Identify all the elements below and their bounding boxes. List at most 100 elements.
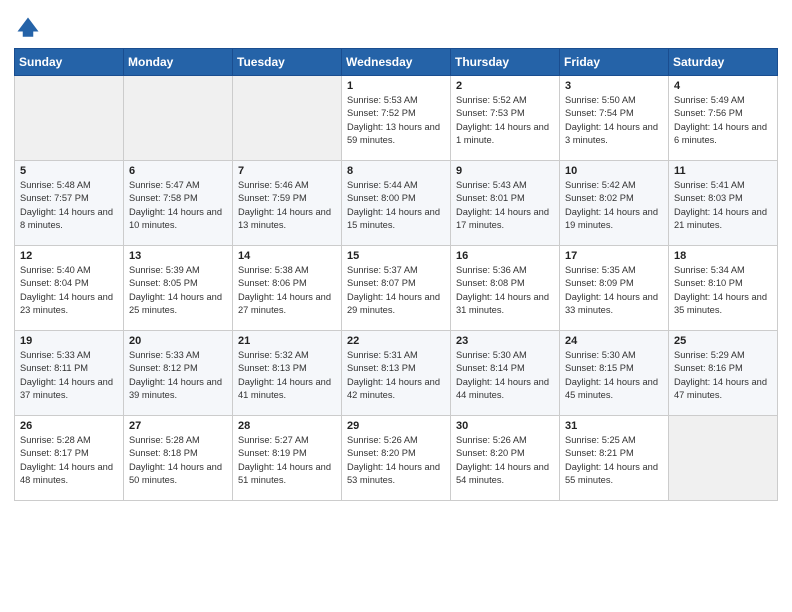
sunset-text: Sunset: 8:19 PM — [238, 448, 307, 458]
sunrise-text: Sunrise: 5:28 AM — [129, 435, 200, 445]
calendar-body: 1 Sunrise: 5:53 AM Sunset: 7:52 PM Dayli… — [15, 76, 778, 501]
day-cell: 13 Sunrise: 5:39 AM Sunset: 8:05 PM Dayl… — [124, 246, 233, 331]
daylight-text: Daylight: 14 hours and 41 minutes. — [238, 377, 331, 400]
sunset-text: Sunset: 8:13 PM — [347, 363, 416, 373]
sunrise-text: Sunrise: 5:50 AM — [565, 95, 636, 105]
sunset-text: Sunset: 8:14 PM — [456, 363, 525, 373]
day-info: Sunrise: 5:50 AM Sunset: 7:54 PM Dayligh… — [565, 94, 663, 148]
daylight-text: Daylight: 14 hours and 53 minutes. — [347, 462, 440, 485]
day-info: Sunrise: 5:25 AM Sunset: 8:21 PM Dayligh… — [565, 434, 663, 488]
day-cell: 27 Sunrise: 5:28 AM Sunset: 8:18 PM Dayl… — [124, 416, 233, 501]
sunrise-text: Sunrise: 5:30 AM — [456, 350, 527, 360]
sunset-text: Sunset: 7:57 PM — [20, 193, 89, 203]
day-cell: 9 Sunrise: 5:43 AM Sunset: 8:01 PM Dayli… — [451, 161, 560, 246]
day-number: 26 — [20, 420, 118, 432]
sunset-text: Sunset: 7:59 PM — [238, 193, 307, 203]
sunset-text: Sunset: 8:20 PM — [347, 448, 416, 458]
header — [14, 10, 778, 42]
day-cell: 23 Sunrise: 5:30 AM Sunset: 8:14 PM Dayl… — [451, 331, 560, 416]
day-number: 23 — [456, 335, 554, 347]
daylight-text: Daylight: 14 hours and 31 minutes. — [456, 292, 549, 315]
day-info: Sunrise: 5:32 AM Sunset: 8:13 PM Dayligh… — [238, 349, 336, 403]
day-info: Sunrise: 5:30 AM Sunset: 8:15 PM Dayligh… — [565, 349, 663, 403]
header-cell-friday: Friday — [560, 49, 669, 76]
day-number: 2 — [456, 80, 554, 92]
day-number: 15 — [347, 250, 445, 262]
day-info: Sunrise: 5:31 AM Sunset: 8:13 PM Dayligh… — [347, 349, 445, 403]
daylight-text: Daylight: 14 hours and 19 minutes. — [565, 207, 658, 230]
day-number: 3 — [565, 80, 663, 92]
day-info: Sunrise: 5:33 AM Sunset: 8:11 PM Dayligh… — [20, 349, 118, 403]
sunrise-text: Sunrise: 5:47 AM — [129, 180, 200, 190]
daylight-text: Daylight: 14 hours and 55 minutes. — [565, 462, 658, 485]
day-number: 31 — [565, 420, 663, 432]
sunrise-text: Sunrise: 5:29 AM — [674, 350, 745, 360]
daylight-text: Daylight: 14 hours and 44 minutes. — [456, 377, 549, 400]
daylight-text: Daylight: 14 hours and 47 minutes. — [674, 377, 767, 400]
day-cell: 25 Sunrise: 5:29 AM Sunset: 8:16 PM Dayl… — [669, 331, 778, 416]
daylight-text: Daylight: 14 hours and 25 minutes. — [129, 292, 222, 315]
day-number: 13 — [129, 250, 227, 262]
sunset-text: Sunset: 7:52 PM — [347, 108, 416, 118]
day-info: Sunrise: 5:47 AM Sunset: 7:58 PM Dayligh… — [129, 179, 227, 233]
sunset-text: Sunset: 8:08 PM — [456, 278, 525, 288]
day-cell: 4 Sunrise: 5:49 AM Sunset: 7:56 PM Dayli… — [669, 76, 778, 161]
daylight-text: Daylight: 14 hours and 54 minutes. — [456, 462, 549, 485]
sunrise-text: Sunrise: 5:32 AM — [238, 350, 309, 360]
day-cell: 29 Sunrise: 5:26 AM Sunset: 8:20 PM Dayl… — [342, 416, 451, 501]
day-info: Sunrise: 5:26 AM Sunset: 8:20 PM Dayligh… — [456, 434, 554, 488]
sunrise-text: Sunrise: 5:36 AM — [456, 265, 527, 275]
day-number: 22 — [347, 335, 445, 347]
sunset-text: Sunset: 8:21 PM — [565, 448, 634, 458]
sunrise-text: Sunrise: 5:52 AM — [456, 95, 527, 105]
sunrise-text: Sunrise: 5:35 AM — [565, 265, 636, 275]
day-info: Sunrise: 5:28 AM Sunset: 8:18 PM Dayligh… — [129, 434, 227, 488]
day-number: 27 — [129, 420, 227, 432]
day-cell: 14 Sunrise: 5:38 AM Sunset: 8:06 PM Dayl… — [233, 246, 342, 331]
daylight-text: Daylight: 14 hours and 6 minutes. — [674, 122, 767, 145]
daylight-text: Daylight: 14 hours and 51 minutes. — [238, 462, 331, 485]
sunset-text: Sunset: 8:15 PM — [565, 363, 634, 373]
day-cell: 18 Sunrise: 5:34 AM Sunset: 8:10 PM Dayl… — [669, 246, 778, 331]
daylight-text: Daylight: 14 hours and 33 minutes. — [565, 292, 658, 315]
day-number: 8 — [347, 165, 445, 177]
header-cell-wednesday: Wednesday — [342, 49, 451, 76]
sunrise-text: Sunrise: 5:30 AM — [565, 350, 636, 360]
header-row: SundayMondayTuesdayWednesdayThursdayFrid… — [15, 49, 778, 76]
sunset-text: Sunset: 8:10 PM — [674, 278, 743, 288]
week-row-2: 5 Sunrise: 5:48 AM Sunset: 7:57 PM Dayli… — [15, 161, 778, 246]
day-number: 12 — [20, 250, 118, 262]
sunrise-text: Sunrise: 5:49 AM — [674, 95, 745, 105]
sunrise-text: Sunrise: 5:43 AM — [456, 180, 527, 190]
day-info: Sunrise: 5:35 AM Sunset: 8:09 PM Dayligh… — [565, 264, 663, 318]
sunrise-text: Sunrise: 5:37 AM — [347, 265, 418, 275]
daylight-text: Daylight: 14 hours and 50 minutes. — [129, 462, 222, 485]
day-cell: 7 Sunrise: 5:46 AM Sunset: 7:59 PM Dayli… — [233, 161, 342, 246]
day-number: 7 — [238, 165, 336, 177]
header-cell-sunday: Sunday — [15, 49, 124, 76]
week-row-1: 1 Sunrise: 5:53 AM Sunset: 7:52 PM Dayli… — [15, 76, 778, 161]
sunset-text: Sunset: 7:54 PM — [565, 108, 634, 118]
week-row-5: 26 Sunrise: 5:28 AM Sunset: 8:17 PM Dayl… — [15, 416, 778, 501]
day-cell: 11 Sunrise: 5:41 AM Sunset: 8:03 PM Dayl… — [669, 161, 778, 246]
day-info: Sunrise: 5:42 AM Sunset: 8:02 PM Dayligh… — [565, 179, 663, 233]
day-cell — [233, 76, 342, 161]
day-cell — [669, 416, 778, 501]
day-cell: 10 Sunrise: 5:42 AM Sunset: 8:02 PM Dayl… — [560, 161, 669, 246]
week-row-3: 12 Sunrise: 5:40 AM Sunset: 8:04 PM Dayl… — [15, 246, 778, 331]
day-cell: 12 Sunrise: 5:40 AM Sunset: 8:04 PM Dayl… — [15, 246, 124, 331]
daylight-text: Daylight: 14 hours and 35 minutes. — [674, 292, 767, 315]
day-number: 14 — [238, 250, 336, 262]
sunrise-text: Sunrise: 5:38 AM — [238, 265, 309, 275]
day-number: 4 — [674, 80, 772, 92]
sunrise-text: Sunrise: 5:44 AM — [347, 180, 418, 190]
sunset-text: Sunset: 8:11 PM — [20, 363, 88, 373]
sunset-text: Sunset: 8:16 PM — [674, 363, 743, 373]
calendar-header: SundayMondayTuesdayWednesdayThursdayFrid… — [15, 49, 778, 76]
page: SundayMondayTuesdayWednesdayThursdayFrid… — [0, 0, 792, 515]
day-info: Sunrise: 5:30 AM Sunset: 8:14 PM Dayligh… — [456, 349, 554, 403]
day-info: Sunrise: 5:49 AM Sunset: 7:56 PM Dayligh… — [674, 94, 772, 148]
day-info: Sunrise: 5:27 AM Sunset: 8:19 PM Dayligh… — [238, 434, 336, 488]
day-info: Sunrise: 5:48 AM Sunset: 7:57 PM Dayligh… — [20, 179, 118, 233]
calendar-table: SundayMondayTuesdayWednesdayThursdayFrid… — [14, 48, 778, 501]
